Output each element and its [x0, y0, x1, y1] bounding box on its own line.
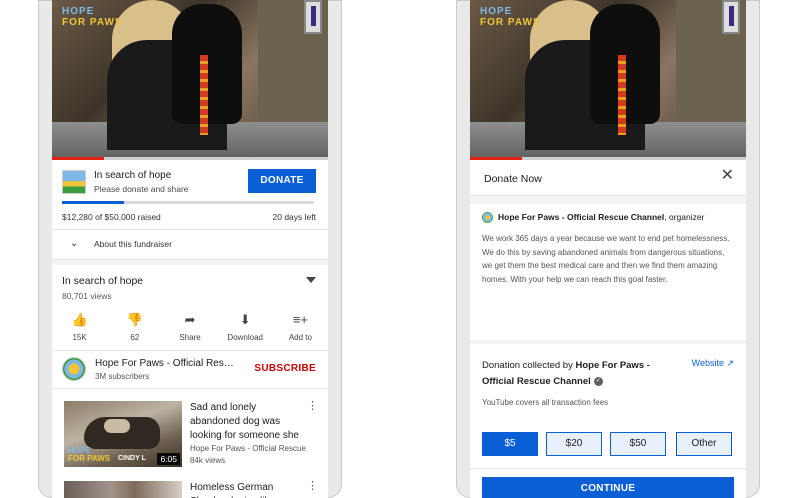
video-actions: 👍 15K 👎 62 ➦ Share ⬇ Download ≡+ Add to: [52, 311, 328, 342]
video-logo-line2: FOR PAWS: [480, 17, 541, 28]
close-icon[interactable]: ✕: [721, 168, 734, 184]
fundraiser-subtitle: Please donate and share: [94, 184, 189, 194]
video-title: In search of hope: [62, 275, 144, 287]
thumb-logo: HOPE FOR PAWS: [68, 447, 110, 463]
more-options-icon[interactable]: ⋮: [307, 481, 318, 492]
organizer-name: Hope For Paws - Official Rescue Channel: [498, 212, 665, 222]
thumb-logo-line2: FOR PAWS: [68, 454, 111, 463]
list-item[interactable]: Homeless German Shepherd cries like a ⋮: [52, 467, 328, 498]
fundraiser-card: In search of hope Please donate and shar…: [52, 160, 328, 230]
donation-collector: Donation collected by Hope For Paws - Of…: [470, 344, 746, 424]
continue-row: CONTINUE: [470, 468, 746, 498]
amount-option-5[interactable]: $5: [482, 432, 538, 456]
like-count: 15K: [72, 333, 87, 342]
rec-channel: Hope For Paws - Official Rescue: [190, 444, 306, 453]
about-fundraiser-label: About this fundraiser: [94, 239, 172, 249]
amount-option-20[interactable]: $20: [546, 432, 602, 456]
share-button[interactable]: ➦ Share: [162, 311, 217, 342]
share-label: Share: [179, 333, 201, 342]
video-wall: [258, 0, 328, 140]
download-label: Download: [227, 333, 263, 342]
add-to-button[interactable]: ≡+ Add to: [273, 311, 328, 342]
fundraiser-description: We work 365 days a year because we want …: [482, 234, 730, 284]
thumbs-down-icon: 👎: [126, 312, 143, 327]
thumb-caption: CINDY L: [118, 455, 146, 462]
thumb-dog-face: [104, 419, 130, 433]
video-logo-overlay: HOPE FOR PAWS: [480, 6, 541, 28]
donate-panel-header: Donate Now ✕: [470, 160, 746, 196]
more-options-icon[interactable]: ⋮: [307, 401, 318, 412]
fundraiser-days-left: 20 days left: [272, 212, 316, 222]
channel-name[interactable]: Hope For Paws - Official Res…: [95, 358, 234, 369]
list-item[interactable]: HOPE FOR PAWS CINDY L 6:05 Sad and lonel…: [52, 389, 328, 467]
wall-frame: [304, 0, 322, 34]
channel-row[interactable]: Hope For Paws - Official Res… 3M subscri…: [52, 351, 328, 389]
collected-prefix: Donation collected by: [482, 360, 576, 371]
video-logo-line1: HOPE: [480, 6, 513, 17]
right-screen: HOPE FOR PAWS Donate Now ✕ Hope For Paws…: [470, 0, 746, 498]
amount-option-other[interactable]: Other: [676, 432, 732, 456]
thumbs-up-icon: 👍: [71, 312, 88, 327]
video-duration: 6:05: [157, 453, 180, 465]
video-info: In search of hope 80,701 views 👍 15K 👎 6…: [52, 265, 328, 351]
video-player[interactable]: HOPE FOR PAWS: [52, 0, 328, 160]
expand-caret-icon[interactable]: [306, 277, 316, 283]
video-logo-line1: HOPE: [62, 6, 95, 17]
collected-by-text: Donation collected by Hope For Paws - Of…: [482, 358, 674, 390]
website-link[interactable]: Website ↗: [692, 358, 734, 369]
fundraiser-title: In search of hope: [94, 170, 172, 181]
organizer-role: , organizer: [664, 212, 705, 222]
wall-frame: [722, 0, 740, 34]
add-to-icon: ≡+: [292, 312, 308, 327]
about-fundraiser-row[interactable]: ⌄ About this fundraiser: [52, 230, 328, 260]
like-button[interactable]: 👍 15K: [52, 311, 107, 342]
channel-subscribers: 3M subscribers: [95, 372, 150, 381]
fundraiser-progress-bar: [62, 201, 314, 204]
organizer-line: Hope For Paws - Official Rescue Channel,…: [498, 212, 704, 222]
video-views: 80,701 views: [62, 291, 112, 301]
subscribe-button[interactable]: SUBSCRIBE: [254, 363, 316, 374]
fundraiser-raised: $12,280 of $50,000 raised: [62, 212, 161, 222]
dislike-button[interactable]: 👎 62: [107, 311, 162, 342]
share-icon: ➦: [184, 312, 196, 327]
left-phone-frame: HOPE FOR PAWS In search of hope Please d…: [38, 0, 342, 498]
fundraiser-progress-fill: [62, 201, 124, 204]
continue-button[interactable]: CONTINUE: [482, 477, 734, 498]
fundraiser-logo: [62, 170, 86, 194]
rec-title[interactable]: Homeless German Shepherd cries like a: [190, 481, 308, 498]
organizer-avatar: [482, 212, 493, 223]
donate-panel-title: Donate Now: [484, 173, 542, 185]
add-to-label: Add to: [288, 333, 312, 342]
video-wall: [676, 0, 746, 140]
video-player[interactable]: HOPE FOR PAWS: [470, 0, 746, 160]
download-button[interactable]: ⬇ Download: [218, 311, 273, 342]
video-thumbnail[interactable]: HOPE FOR PAWS CINDY L 6:05: [64, 401, 182, 467]
rec-title[interactable]: Sad and lonely abandoned dog was looking…: [190, 401, 308, 443]
donate-button[interactable]: DONATE: [248, 169, 316, 193]
channel-avatar[interactable]: [62, 357, 86, 381]
right-phone-frame: HOPE FOR PAWS Donate Now ✕ Hope For Paws…: [456, 0, 760, 498]
amount-option-50[interactable]: $50: [610, 432, 666, 456]
video-thumbnail[interactable]: [64, 481, 182, 498]
chevron-down-icon: ⌄: [70, 238, 79, 249]
video-leash: [200, 55, 208, 135]
video-logo-overlay: HOPE FOR PAWS: [62, 6, 123, 28]
amount-options: $5 $20 $50 Other: [470, 424, 746, 468]
download-icon: ⬇: [239, 312, 251, 327]
dislike-count: 62: [130, 333, 140, 342]
transaction-fees-note: YouTube covers all transaction fees: [482, 398, 609, 407]
video-logo-line2: FOR PAWS: [62, 17, 123, 28]
left-screen: HOPE FOR PAWS In search of hope Please d…: [52, 0, 328, 498]
rec-views: 84k views: [190, 456, 226, 465]
verified-check-icon: ✓: [593, 376, 603, 386]
video-leash: [618, 55, 626, 135]
donate-panel-description: Hope For Paws - Official Rescue Channel,…: [470, 204, 746, 340]
